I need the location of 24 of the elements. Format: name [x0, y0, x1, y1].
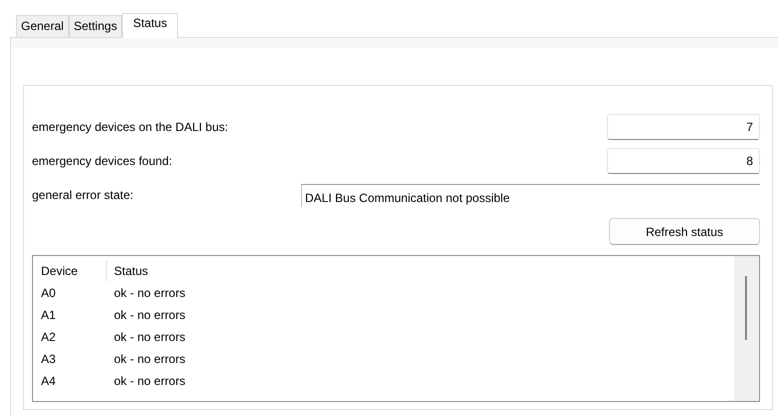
- table-cell-text: A2: [40, 329, 57, 346]
- field-label: emergency devices found:: [32, 153, 172, 170]
- table-cell-text: ok - no errors: [113, 285, 186, 302]
- field-label: general error state:: [32, 187, 134, 204]
- number-field[interactable]: 8: [607, 148, 760, 174]
- tab[interactable]: Status: [122, 13, 178, 38]
- field-label: emergency devices on the DALI bus:: [32, 119, 228, 136]
- scrollbar-thumb[interactable]: [745, 276, 747, 340]
- tab[interactable]: Settings: [68, 15, 122, 37]
- scrollbar[interactable]: [734, 256, 759, 401]
- tab[interactable]: General: [16, 15, 69, 37]
- table-cell-text: ok - no errors: [113, 329, 186, 346]
- table-cell-text: A4: [40, 373, 57, 390]
- status-field: DALI Bus Communication not possible: [301, 184, 760, 206]
- number-field[interactable]: 7: [607, 114, 760, 140]
- table-cell-text: A0: [40, 285, 57, 302]
- table-cell-text: ok - no errors: [113, 373, 186, 390]
- column-header[interactable]: Device: [33, 260, 107, 282]
- table-cell-text: A1: [40, 307, 57, 324]
- table-cell-text: ok - no errors: [113, 307, 186, 324]
- table-cell-text: ok - no errors: [113, 351, 186, 368]
- column-header[interactable]: Status: [107, 262, 148, 280]
- refresh-button[interactable]: Refresh status: [609, 218, 760, 245]
- table-cell-text: A3: [40, 351, 57, 368]
